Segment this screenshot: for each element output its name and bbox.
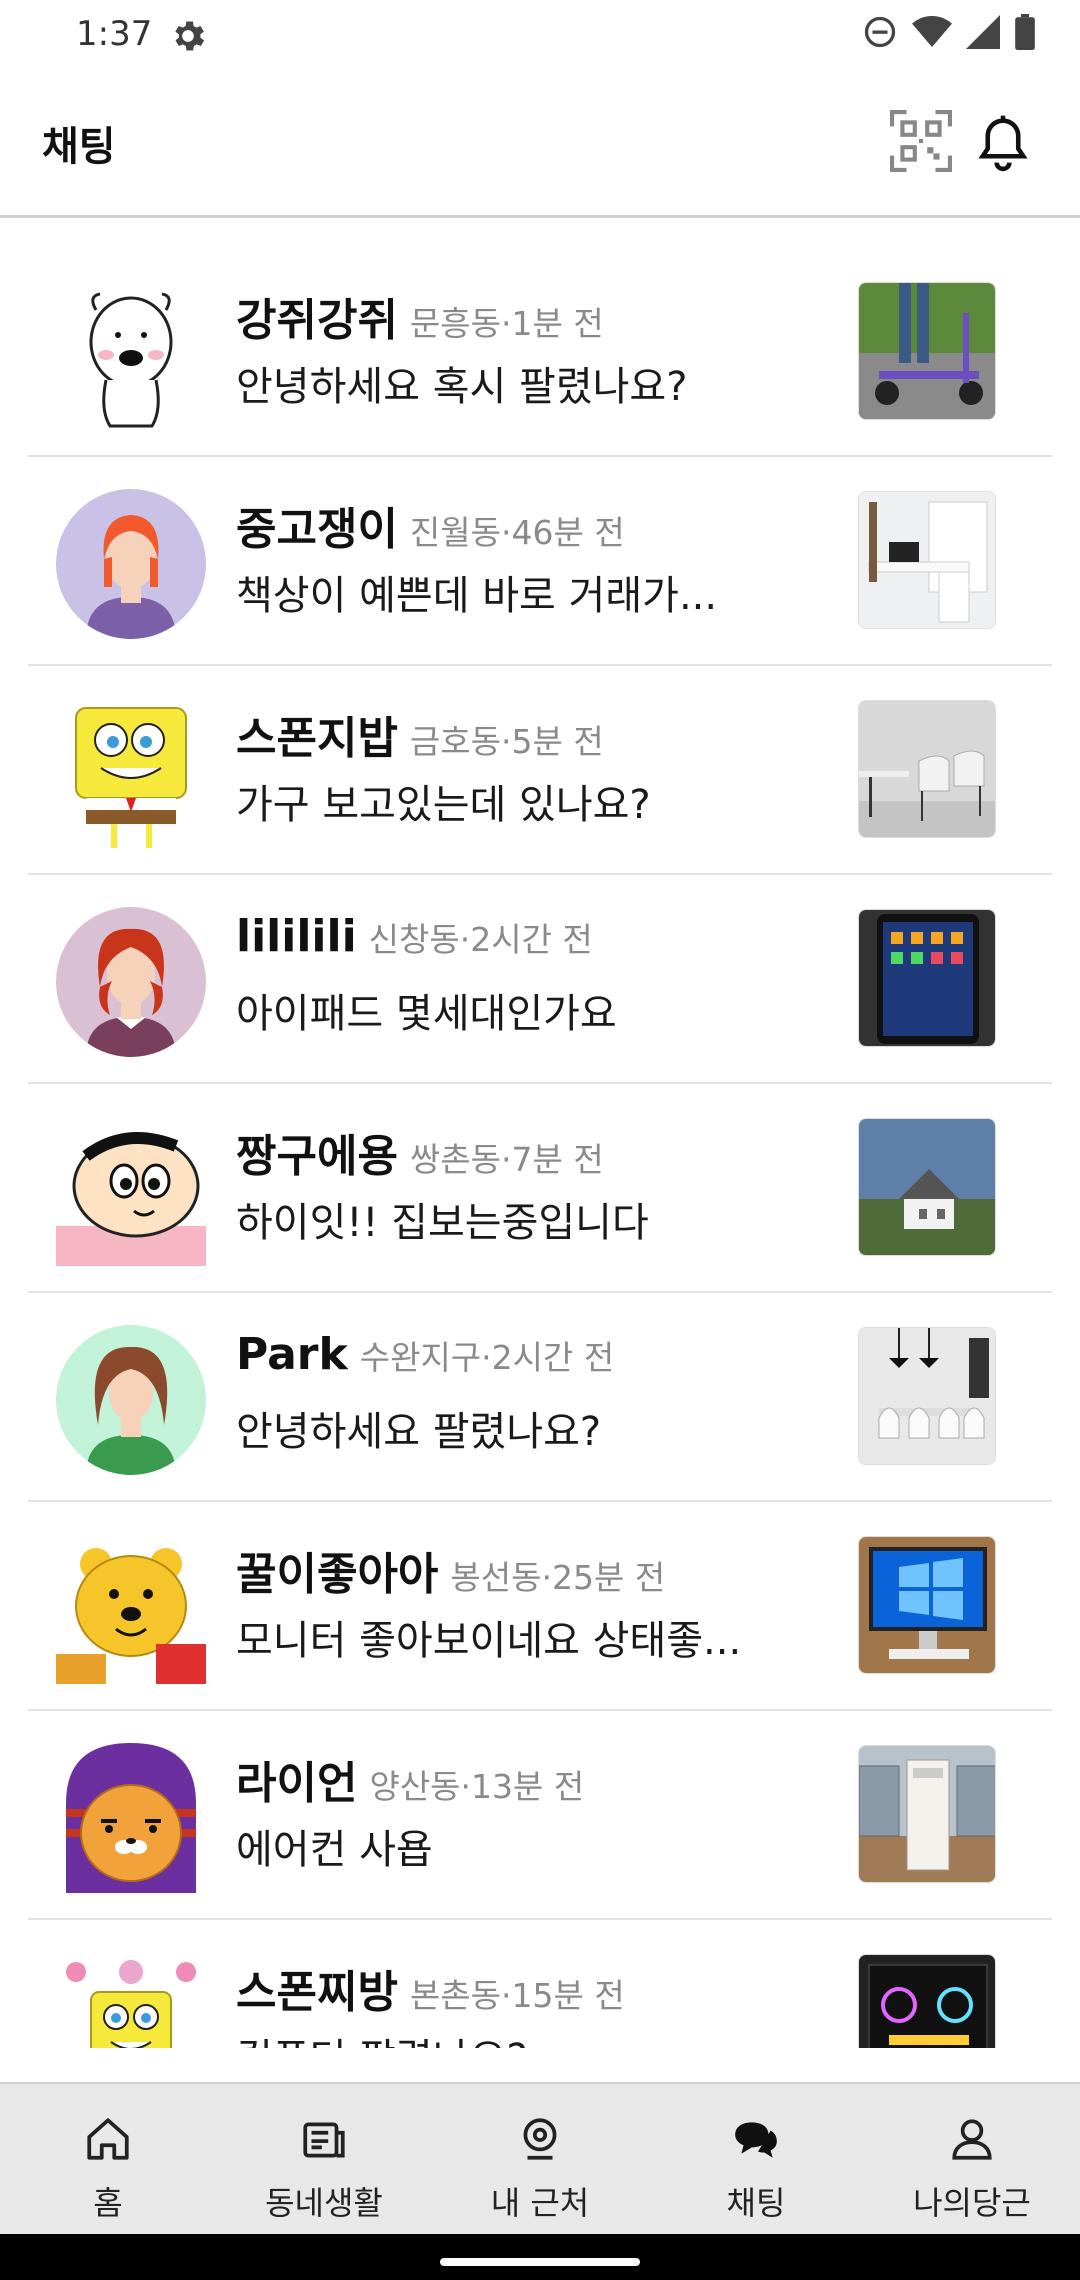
curly-avatar [56, 1325, 206, 1475]
user-name-text: 스폰찌방 [236, 1967, 398, 2018]
chat-meta: 쌍촌동·7분 전 [409, 1140, 604, 1179]
user-name-text: 라이언 [236, 1758, 358, 1809]
chat-last-message: 컴퓨터 팔렸나요? [236, 2026, 776, 2048]
nav-my-profile[interactable]: 나의당근 [864, 2084, 1080, 2234]
chat-user-name: 짱구에용 쌍촌동·7분 전 [236, 1120, 604, 1184]
chat-list: 강쥐강쥐 문흥동·1분 전 안녕하세요 혹시 팔렸나요? 중고쟁이 진월동·46분 … [0, 248, 1080, 2048]
chat-user-name: 강쥐강쥐 문흥동·1분 전 [236, 284, 604, 348]
chat-user-name: Park 수완지구·2시간 전 [236, 1329, 614, 1380]
product-thumbnail[interactable] [858, 700, 996, 838]
chat-user-name: 스폰찌방 본촌동·15분 전 [236, 1956, 625, 2020]
product-thumbnail[interactable] [858, 1954, 996, 2048]
person-avatar [56, 489, 206, 639]
chat-user-name: 꿀이좋아아 봉선동·25분 전 [236, 1538, 665, 1602]
chat-last-message: 책상이 예쁜데 바로 거래가... [236, 573, 718, 619]
nav-neighborhood[interactable]: 동네생활 [216, 2084, 432, 2234]
product-thumbnail[interactable] [858, 1327, 996, 1465]
chat-meta: 본촌동·15분 전 [409, 1976, 625, 2015]
chat-last-message: 모니터 좋아보이네요 상태좋... [236, 1618, 742, 1664]
product-thumbnail[interactable] [858, 282, 996, 420]
user-name-text: 강쥐강쥐 [236, 295, 398, 346]
chat-meta: 신창동·2시간 전 [368, 920, 593, 959]
user-name-text: 스폰지밥 [236, 713, 398, 764]
app-bar: 채팅 [0, 70, 1080, 218]
chat-row[interactable]: lililili 신창동·2시간 전 아이패드 몇세대인가요 [28, 875, 1052, 1084]
chat-last-message: 안녕하세요 혹시 팔렸나요? [236, 364, 688, 410]
home-gesture-handle[interactable] [440, 2258, 640, 2266]
user-name-text: Park [236, 1329, 348, 1380]
chat-row[interactable]: 라이언 양산동·13분 전 에어컨 사욥 [28, 1711, 1052, 1920]
location-icon [523, 2118, 557, 2160]
chat-icon [735, 2122, 777, 2158]
user-name-text: 짱구에용 [236, 1131, 398, 1182]
nav-label: 내 근처 [490, 2184, 590, 2222]
nav-label: 채팅 [726, 2184, 786, 2222]
nav-home[interactable]: 홈 [0, 2084, 216, 2234]
product-thumbnail[interactable] [858, 1536, 996, 1674]
battery-icon [1015, 14, 1035, 50]
chat-row[interactable]: 스폰지밥 금호동·5분 전 가구 보고있는데 있나요? [28, 666, 1052, 875]
nav-chat[interactable]: 채팅 [648, 2084, 864, 2234]
product-thumbnail[interactable] [858, 909, 996, 1047]
chat-row[interactable]: Park 수완지구·2시간 전 안녕하세요 팔렸나요? [28, 1293, 1052, 1502]
product-thumbnail[interactable] [858, 1745, 996, 1883]
page-title: 채팅 [42, 124, 116, 170]
chat-last-message: 안녕하세요 팔렸나요? [236, 1409, 602, 1455]
chat-last-message: 하이잇!! 집보는중입니다 [236, 1200, 649, 1246]
product-thumbnail[interactable] [858, 491, 996, 629]
chat-user-name: lililili 신창동·2시간 전 [236, 911, 593, 962]
person-icon [952, 2119, 992, 2160]
chat-meta: 봉선동·25분 전 [450, 1558, 666, 1597]
dog-avatar [56, 280, 206, 430]
user-name-text: 꿀이좋아아 [236, 1549, 439, 1600]
chat-meta: 진월동·46분 전 [409, 513, 625, 552]
chat-meta: 문흥동·1분 전 [409, 304, 604, 343]
bottom-navigation: 홈 동네생활 내 근처 채팅 나의당근 [0, 2082, 1080, 2234]
product-thumbnail[interactable] [858, 1118, 996, 1256]
wifi-icon [912, 16, 952, 47]
news-icon [303, 2122, 345, 2158]
user-name-text: 중고쟁이 [236, 504, 398, 555]
chat-meta: 수완지구·2시간 전 [359, 1338, 615, 1377]
chat-row[interactable]: 중고쟁이 진월동·46분 전 책상이 예쁜데 바로 거래가... [28, 457, 1052, 666]
pooh-avatar [56, 1534, 206, 1684]
status-bar: 1:37 [0, 0, 1080, 70]
chat-user-name: 스폰지밥 금호동·5분 전 [236, 702, 604, 766]
chat-meta: 금호동·5분 전 [409, 722, 604, 761]
notification-bell-icon[interactable] [972, 108, 1034, 174]
chat-row[interactable]: 꿀이좋아아 봉선동·25분 전 모니터 좋아보이네요 상태좋... [28, 1502, 1052, 1711]
chat-row[interactable]: 짱구에용 쌍촌동·7분 전 하이잇!! 집보는중입니다 [28, 1084, 1052, 1293]
shinchan-avatar [56, 1116, 206, 1266]
qr-scan-icon[interactable] [890, 110, 952, 172]
chat-row[interactable]: 강쥐강쥐 문흥동·1분 전 안녕하세요 혹시 팔렸나요? [28, 248, 1052, 457]
nav-label: 홈 [93, 2184, 123, 2222]
status-time: 1:37 [76, 14, 153, 54]
redhair-avatar [56, 907, 206, 1057]
spongebob-avatar [56, 698, 206, 848]
system-gesture-bar [0, 2234, 1080, 2280]
chat-user-name: 중고쟁이 진월동·46분 전 [236, 493, 625, 557]
chat-row[interactable]: 스폰찌방 본촌동·15분 전 컴퓨터 팔렸나요? [28, 1920, 1052, 2048]
home-icon [87, 2118, 129, 2160]
spongebob2-avatar [56, 1952, 206, 2048]
nav-label: 나의당근 [913, 2184, 1031, 2222]
chat-meta: 양산동·13분 전 [369, 1767, 585, 1806]
settings-gear-icon [175, 21, 205, 51]
nav-label: 동네생활 [265, 2184, 383, 2222]
chat-last-message: 에어컨 사욥 [236, 1827, 433, 1873]
dnd-icon [864, 16, 896, 48]
ryan-avatar [56, 1743, 206, 1893]
signal-icon [966, 15, 1000, 49]
chat-last-message: 가구 보고있는데 있나요? [236, 782, 651, 828]
user-name-text: lililili [236, 911, 357, 962]
nav-nearby[interactable]: 내 근처 [432, 2084, 648, 2234]
chat-user-name: 라이언 양산동·13분 전 [236, 1747, 584, 1811]
chat-last-message: 아이패드 몇세대인가요 [236, 991, 617, 1037]
